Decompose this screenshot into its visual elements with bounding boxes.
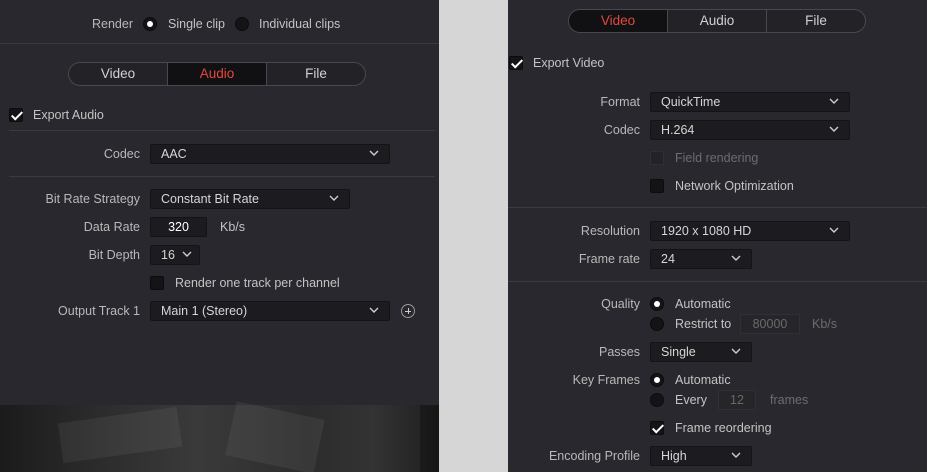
left-tab-bar: Video Audio File — [68, 62, 366, 86]
codec-dropdown[interactable]: AAC — [150, 144, 390, 164]
codec-value: H.264 — [661, 123, 695, 137]
render-one-track-label: Render one track per channel — [175, 276, 340, 290]
chevron-down-icon — [731, 348, 741, 354]
render-individual-clips-radio[interactable] — [235, 17, 249, 31]
divider — [508, 207, 927, 208]
quality-restrict-label: Restrict to — [675, 317, 732, 331]
field-rendering-checkbox[interactable] — [650, 151, 664, 165]
video-settings-panel: Video Audio File Export Video Format Qui… — [508, 0, 927, 472]
quality-restrict-field[interactable]: 80000 — [740, 314, 800, 334]
render-one-track-checkbox[interactable] — [150, 276, 164, 290]
divider — [508, 281, 927, 282]
key-frames-automatic-label: Automatic — [675, 373, 731, 387]
frame-reordering-label: Frame reordering — [675, 421, 772, 435]
export-video-label: Export Video — [533, 56, 605, 70]
network-optimization-label: Network Optimization — [675, 179, 794, 193]
passes-value: Single — [661, 345, 696, 359]
output-track-dropdown[interactable]: Main 1 (Stereo) — [150, 301, 390, 321]
bit-depth-label: Bit Depth — [88, 248, 140, 262]
chevron-down-icon — [369, 150, 379, 156]
bit-depth-dropdown[interactable]: 16 — [150, 245, 200, 265]
data-rate-label: Data Rate — [83, 220, 140, 234]
divider — [9, 176, 435, 177]
key-frames-every-label: Every — [675, 393, 707, 407]
output-track-label: Output Track 1 — [58, 304, 140, 318]
tab-video[interactable]: Video — [569, 10, 668, 32]
key-frames-every-field[interactable]: 12 — [718, 390, 756, 410]
chevron-down-icon — [369, 307, 379, 313]
field-rendering-label: Field rendering — [675, 151, 759, 165]
codec-label: Codec — [103, 147, 140, 161]
frame-reordering-checkbox[interactable] — [650, 421, 664, 435]
resolution-value: 1920 x 1080 HD — [661, 224, 752, 238]
key-frames-label: Key Frames — [572, 373, 640, 387]
key-frames-every-unit: frames — [770, 393, 809, 407]
codec-dropdown[interactable]: H.264 — [650, 120, 850, 140]
render-individual-clips-label: Individual clips — [259, 17, 341, 31]
quality-automatic-radio[interactable] — [650, 297, 664, 311]
quality-restrict-unit: Kb/s — [812, 317, 838, 331]
chevron-down-icon — [829, 126, 839, 132]
encoding-profile-dropdown[interactable]: High — [650, 446, 752, 466]
resolution-label: Resolution — [580, 224, 640, 238]
encoding-profile-label: Encoding Profile — [548, 449, 640, 463]
render-single-clip-label: Single clip — [168, 17, 225, 31]
frame-rate-dropdown[interactable]: 24 — [650, 249, 752, 269]
divider — [0, 43, 439, 44]
data-rate-field[interactable]: 320 — [150, 217, 207, 237]
add-track-icon[interactable] — [401, 304, 415, 318]
tab-audio[interactable]: Audio — [668, 10, 767, 32]
export-audio-checkbox[interactable] — [9, 108, 23, 122]
codec-label: Codec — [603, 123, 640, 137]
key-frames-automatic-radio[interactable] — [650, 373, 664, 387]
key-frames-every-radio[interactable] — [650, 393, 664, 407]
chevron-down-icon — [182, 251, 192, 257]
chevron-down-icon — [329, 195, 339, 201]
quality-label: Quality — [601, 297, 640, 311]
resolution-dropdown[interactable]: 1920 x 1080 HD — [650, 221, 850, 241]
codec-value: AAC — [161, 147, 187, 161]
format-label: Format — [600, 95, 640, 109]
data-rate-unit: Kb/s — [220, 220, 246, 234]
viewer-preview-image — [0, 401, 439, 472]
chevron-down-icon — [829, 98, 839, 104]
tab-file[interactable]: File — [767, 10, 865, 32]
chevron-down-icon — [731, 255, 741, 261]
tab-file[interactable]: File — [267, 63, 365, 85]
preview-texture — [420, 405, 439, 472]
preview-texture — [57, 406, 183, 464]
tab-audio[interactable]: Audio — [168, 63, 267, 85]
passes-label: Passes — [599, 345, 640, 359]
chevron-down-icon — [829, 227, 839, 233]
format-value: QuickTime — [661, 95, 721, 109]
encoding-profile-value: High — [661, 449, 687, 463]
frame-rate-value: 24 — [661, 252, 675, 266]
export-audio-label: Export Audio — [33, 108, 104, 122]
bit-rate-strategy-dropdown[interactable]: Constant Bit Rate — [150, 189, 350, 209]
quality-automatic-label: Automatic — [675, 297, 731, 311]
divider — [9, 130, 435, 131]
render-single-clip-radio[interactable] — [143, 17, 157, 31]
right-tab-bar: Video Audio File — [568, 9, 866, 33]
bit-depth-value: 16 — [161, 248, 175, 262]
frame-rate-label: Frame rate — [578, 252, 640, 266]
chevron-down-icon — [731, 452, 741, 458]
output-track-value: Main 1 (Stereo) — [161, 304, 248, 318]
network-optimization-checkbox[interactable] — [650, 179, 664, 193]
render-label: Render — [92, 17, 133, 31]
audio-settings-panel: Render Single clip Individual clips Vide… — [0, 0, 439, 472]
tab-video[interactable]: Video — [69, 63, 168, 85]
bit-rate-strategy-value: Constant Bit Rate — [161, 192, 259, 206]
export-video-checkbox[interactable] — [509, 56, 523, 70]
bit-rate-strategy-label: Bit Rate Strategy — [45, 192, 141, 206]
quality-restrict-radio[interactable] — [650, 317, 664, 331]
format-dropdown[interactable]: QuickTime — [650, 92, 850, 112]
passes-dropdown[interactable]: Single — [650, 342, 752, 362]
preview-texture — [225, 401, 325, 472]
